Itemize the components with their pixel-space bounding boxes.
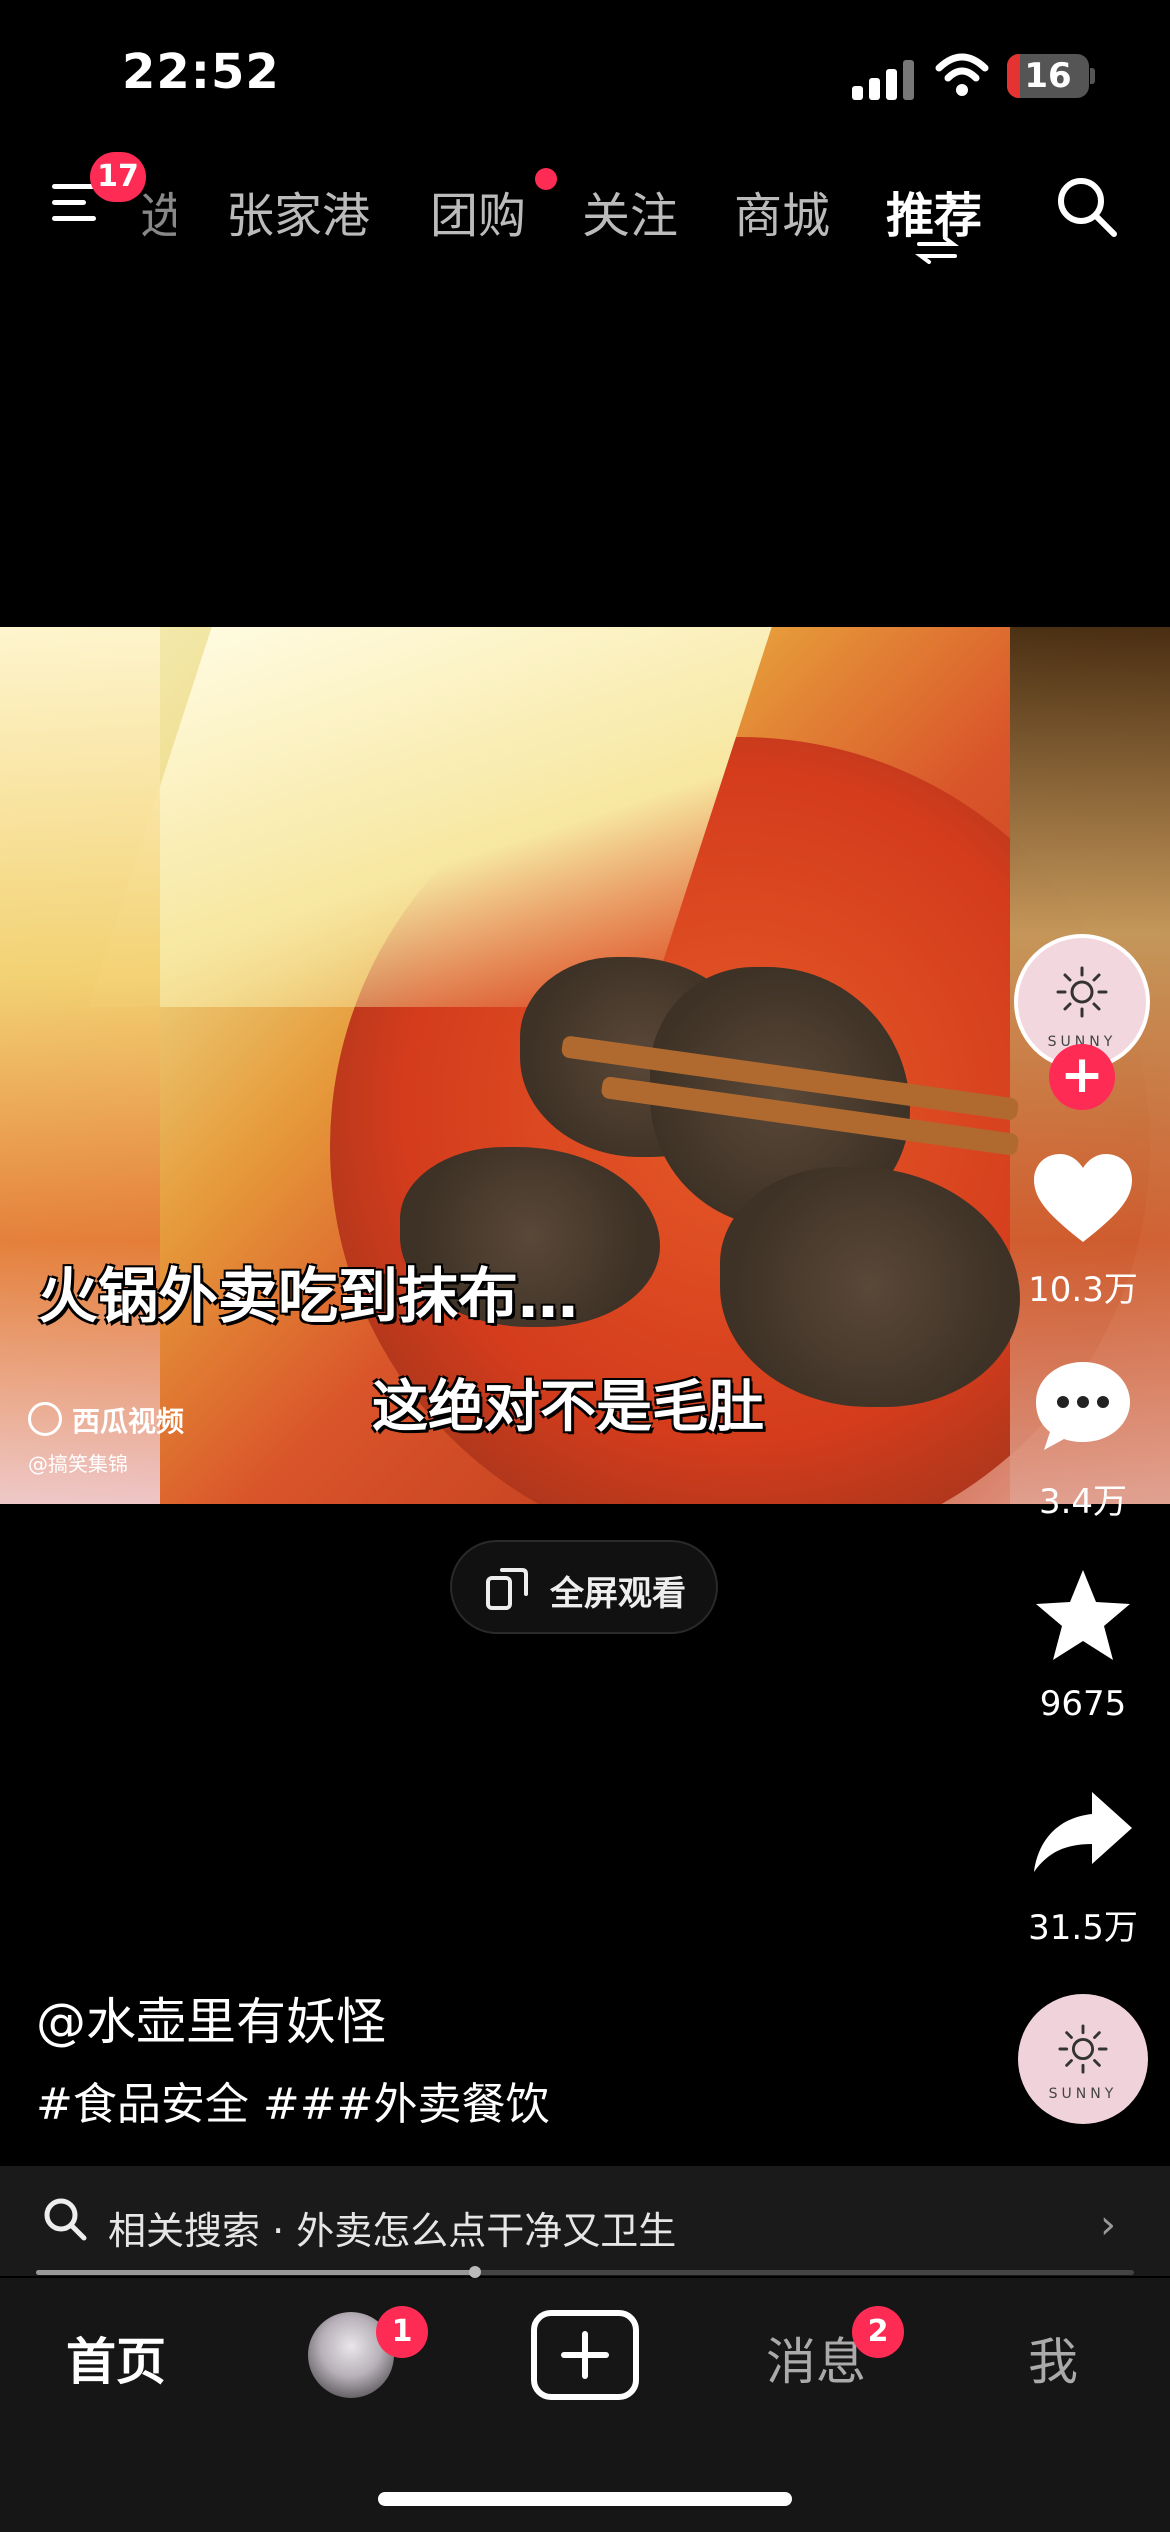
watermark-account: @搞笑集锦	[28, 1452, 128, 1476]
create-post-button[interactable]	[531, 2310, 639, 2400]
related-search-text: 相关搜索 · 外卖怎么点干净又卫生	[108, 2209, 677, 2253]
tab-zhangjiagang[interactable]: 张家港	[226, 176, 370, 246]
sun-icon	[1056, 966, 1108, 1018]
watermark-logo-icon	[28, 1402, 62, 1436]
tab-home[interactable]: 首页	[66, 2322, 166, 2394]
comment-icon[interactable]	[1030, 1358, 1136, 1454]
group-buy-dot	[535, 168, 557, 190]
tab-mall[interactable]: 商城	[734, 176, 830, 246]
wifi-icon	[935, 53, 989, 96]
sun-icon	[1058, 2024, 1108, 2074]
favorite-count: 9675	[1039, 1684, 1127, 1724]
follow-button[interactable]: +	[1049, 1044, 1115, 1110]
cellular-signal-icon	[852, 56, 916, 100]
watermark-brand: 西瓜视频	[72, 1405, 185, 1438]
video-progress-bar[interactable]	[36, 2266, 1134, 2278]
tab-messages[interactable]: 消息	[766, 2322, 866, 2394]
share-icon[interactable]	[1030, 1786, 1136, 1882]
search-icon	[44, 2198, 87, 2241]
fullscreen-label: 全屏观看	[550, 1574, 686, 1614]
search-icon[interactable]	[1054, 174, 1120, 240]
messages-badge: 2	[852, 2306, 904, 2358]
swap-icon	[915, 236, 959, 264]
battery-icon: 16	[1007, 54, 1089, 98]
video-caption-sub: 这绝对不是毛肚	[372, 1375, 764, 1440]
status-time: 22:52	[122, 44, 280, 100]
battery-level: 16	[1024, 56, 1072, 96]
chevron-right-icon: ›	[1100, 2202, 1116, 2248]
like-count: 10.3万	[1028, 1270, 1138, 1310]
menu-notification-badge: 17	[90, 152, 146, 202]
battery-tip	[1090, 68, 1095, 84]
tab-following[interactable]: 关注	[582, 176, 678, 246]
friends-badge: 1	[376, 2306, 428, 2358]
video-caption-main: 火锅外卖吃到抹布…	[38, 1262, 578, 1332]
tab-partial[interactable]: 选	[140, 176, 176, 246]
share-count: 31.5万	[1028, 1908, 1138, 1948]
tab-me[interactable]: 我	[1028, 2322, 1078, 2394]
rotate-screen-icon	[486, 1568, 528, 1610]
related-search-bar[interactable]: 相关搜索 · 外卖怎么点干净又卫生 ›	[0, 2166, 1170, 2276]
tab-group-buy[interactable]: 团购	[430, 176, 526, 246]
music-avatar-text: SUNNY	[1048, 2086, 1118, 2102]
comment-count: 3.4万	[1038, 1482, 1128, 1522]
music-disc-avatar[interactable]: SUNNY	[1018, 1994, 1148, 2124]
post-hashtags[interactable]: #食品安全 ###外卖餐饮	[36, 2068, 549, 2132]
fullscreen-button[interactable]: 全屏观看	[450, 1540, 718, 1634]
favorite-star-icon[interactable]	[1030, 1568, 1136, 1664]
author-name[interactable]: @水壶里有妖怪	[36, 1982, 386, 2054]
home-indicator	[378, 2492, 792, 2506]
like-icon[interactable]	[1030, 1152, 1136, 1248]
